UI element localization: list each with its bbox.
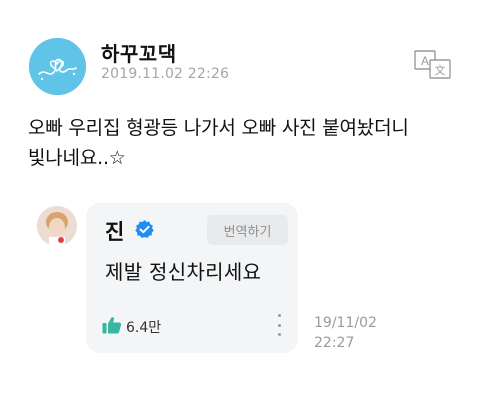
- verified-badge-icon: [134, 219, 155, 240]
- svg-text:A: A: [421, 54, 429, 68]
- author-avatar[interactable]: [29, 38, 86, 95]
- reply-time: 22:27: [314, 335, 355, 351]
- reply-bubble: 진 번역하기 제발 정신차리세요 6.4만: [86, 203, 298, 353]
- reply-text: 제발 정신차리세요: [105, 260, 262, 284]
- post-page: 하꾸꼬댁 2019.11.02 22:26 A 文 오빠 우리집 형광등 나가서…: [0, 0, 480, 402]
- more-vertical-icon[interactable]: [275, 314, 283, 336]
- reply-avatar[interactable]: [37, 206, 77, 246]
- post-timestamp: 2019.11.02 22:26: [101, 66, 230, 82]
- thumbs-up-icon[interactable]: [102, 316, 122, 334]
- svg-text:文: 文: [435, 63, 446, 77]
- post-text-line-1: 오빠 우리집 형광등 나가서 오빠 사진 붙여놨더니: [28, 117, 409, 139]
- translate-button[interactable]: 번역하기: [207, 215, 288, 245]
- translate-icon[interactable]: A 文: [414, 50, 452, 80]
- like-count: 6.4만: [126, 320, 162, 336]
- reply-author-name[interactable]: 진: [105, 216, 124, 246]
- reply-avatar-photo: [37, 206, 77, 246]
- post-text: 오빠 우리집 형광등 나가서 오빠 사진 붙여놨더니 빛나네요..☆: [28, 113, 468, 173]
- reply-date: 19/11/02: [314, 315, 377, 331]
- author-name[interactable]: 하꾸꼬댁: [101, 38, 177, 67]
- post-text-line-2: 빛나네요..☆: [28, 147, 126, 169]
- heart-scribble-logo-icon: [29, 38, 86, 95]
- reply-timestamp: 19/11/02 22:27: [314, 313, 377, 353]
